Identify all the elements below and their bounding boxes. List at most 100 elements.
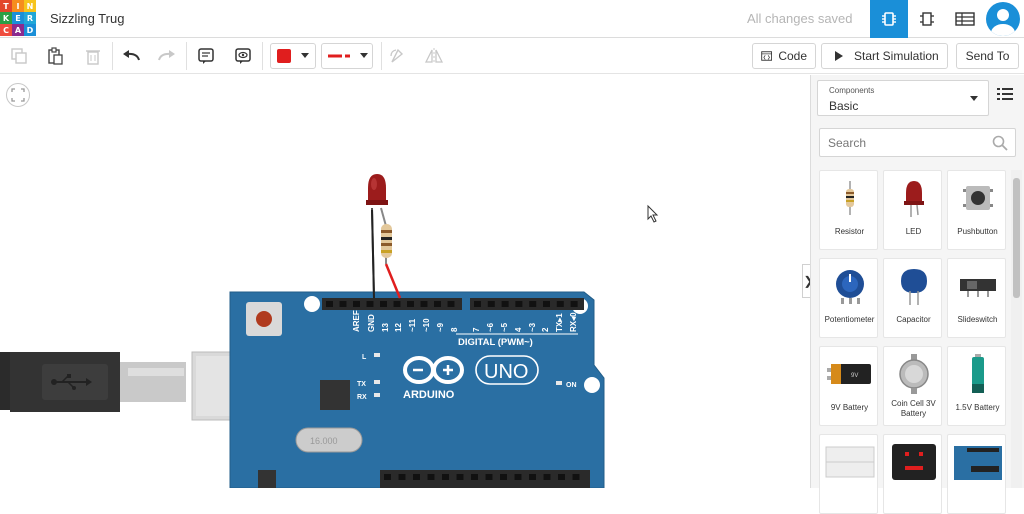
header-pin[interactable] bbox=[572, 474, 580, 480]
component-card[interactable]: Capacitor bbox=[883, 258, 942, 338]
design-title[interactable]: Sizzling Trug bbox=[50, 11, 124, 26]
chevron-down-icon bbox=[360, 53, 368, 58]
battery-aa-icon bbox=[948, 353, 1007, 395]
header-pin[interactable] bbox=[420, 301, 428, 307]
header-pin[interactable] bbox=[427, 474, 435, 480]
header-pin[interactable] bbox=[407, 301, 414, 307]
code-button[interactable]: Code bbox=[752, 43, 816, 69]
circuit-canvas[interactable]: AREF GND 13 12 ~11 ~10 ~9 8 7 ~6 ~5 4 ~3 2 TX▸1 RX◂0 DI… bbox=[0, 75, 810, 488]
component-card[interactable]: Resistor bbox=[819, 170, 878, 250]
header-pin[interactable] bbox=[447, 301, 455, 307]
flip-button[interactable] bbox=[423, 43, 445, 69]
header-pin[interactable] bbox=[339, 301, 347, 307]
note-icon bbox=[198, 48, 214, 64]
header-pin[interactable] bbox=[393, 301, 401, 307]
collapse-panel-button[interactable]: ❯ bbox=[802, 264, 810, 298]
start-simulation-button[interactable]: Start Simulation bbox=[821, 43, 948, 69]
header-pin[interactable] bbox=[556, 301, 564, 307]
copy-button[interactable] bbox=[8, 43, 30, 69]
component-card[interactable]: 9V 9V Battery bbox=[819, 346, 878, 426]
notes-button[interactable] bbox=[195, 43, 217, 69]
led-component[interactable] bbox=[366, 174, 388, 205]
header-pin[interactable] bbox=[515, 301, 523, 307]
component-card[interactable]: Potentiometer bbox=[819, 258, 878, 338]
header-pin[interactable] bbox=[485, 474, 493, 480]
header-pin[interactable] bbox=[514, 474, 522, 480]
color-picker[interactable] bbox=[270, 43, 316, 69]
arduino-uno-board[interactable]: AREF GND 13 12 ~11 ~10 ~9 8 7 ~6 ~5 4 ~3 2 TX▸1 RX◂0 DI… bbox=[229, 291, 605, 488]
header-pin[interactable] bbox=[558, 474, 565, 480]
tinkercad-logo[interactable]: TINKERCAD bbox=[0, 0, 36, 36]
search-input[interactable] bbox=[820, 129, 980, 156]
component-card[interactable] bbox=[947, 434, 1006, 514]
header-pin[interactable] bbox=[529, 474, 536, 480]
header-pin[interactable] bbox=[543, 301, 550, 307]
header-pin[interactable] bbox=[398, 474, 406, 480]
circuit-view-button[interactable] bbox=[870, 0, 908, 38]
header-pin[interactable] bbox=[570, 301, 578, 307]
header-pin[interactable] bbox=[456, 474, 464, 480]
component-card[interactable]: Pushbutton bbox=[947, 170, 1006, 250]
coin-cell-icon bbox=[884, 353, 943, 395]
rotate-button[interactable] bbox=[386, 43, 408, 69]
header-pin[interactable] bbox=[384, 474, 391, 480]
header-pin[interactable] bbox=[543, 474, 551, 480]
list-view-button[interactable] bbox=[997, 87, 1017, 107]
search-box[interactable] bbox=[819, 128, 1016, 157]
header-pin[interactable] bbox=[380, 301, 387, 307]
delete-button[interactable] bbox=[82, 43, 104, 69]
header-pin[interactable] bbox=[353, 301, 360, 307]
save-status: All changes saved bbox=[747, 11, 853, 26]
led-l-label: L bbox=[362, 354, 367, 361]
component-label: Coin Cell 3V Battery bbox=[891, 399, 936, 418]
circuit-drawing: AREF GND 13 12 ~11 ~10 ~9 8 7 ~6 ~5 4 ~3 2 TX▸1 RX◂0 DI… bbox=[0, 174, 659, 488]
code-label: Code bbox=[778, 49, 807, 63]
arduino-brand: ARDUINO bbox=[403, 389, 455, 401]
components-dropdown[interactable]: Components Basic bbox=[817, 80, 989, 116]
toggle-notes-button[interactable] bbox=[232, 43, 254, 69]
paste-button[interactable] bbox=[44, 43, 66, 69]
copy-icon bbox=[11, 48, 27, 64]
header-pin[interactable] bbox=[474, 301, 481, 307]
send-to-button[interactable]: Send To bbox=[956, 43, 1019, 69]
header-pin[interactable] bbox=[366, 301, 374, 307]
component-label: Capacitor bbox=[896, 315, 931, 324]
component-card[interactable]: Coin Cell 3V Battery bbox=[883, 346, 942, 426]
black-wire[interactable] bbox=[371, 209, 375, 299]
header-pin[interactable] bbox=[326, 301, 333, 307]
schematic-view-button[interactable] bbox=[908, 0, 946, 38]
toolbar-divider bbox=[112, 42, 113, 70]
pin-label: AREF bbox=[352, 310, 361, 332]
header-pin[interactable] bbox=[487, 301, 495, 307]
pin-label: ~10 bbox=[422, 318, 431, 332]
component-list-view-button[interactable] bbox=[946, 0, 984, 38]
components-caption: Components bbox=[829, 86, 875, 95]
search-icon[interactable] bbox=[992, 135, 1008, 151]
undo-button[interactable] bbox=[120, 43, 142, 69]
component-card[interactable]: LED bbox=[883, 170, 942, 250]
toolbar: Code Start Simulation Send To bbox=[0, 38, 1024, 74]
undo-icon bbox=[123, 50, 140, 61]
component-card[interactable] bbox=[883, 434, 942, 514]
arduino-icon bbox=[948, 441, 1007, 483]
microbit-icon bbox=[884, 441, 943, 483]
header-pin[interactable] bbox=[471, 474, 478, 480]
redo-button[interactable] bbox=[156, 43, 178, 69]
header-pin[interactable] bbox=[442, 474, 449, 480]
header-pin[interactable] bbox=[500, 474, 507, 480]
component-card[interactable]: 1.5V Battery bbox=[947, 346, 1006, 426]
header-pin[interactable] bbox=[434, 301, 441, 307]
breadboard-icon bbox=[820, 441, 879, 483]
header-pin[interactable] bbox=[413, 474, 420, 480]
logo-letter: N bbox=[24, 0, 36, 12]
resistor-component[interactable] bbox=[381, 224, 392, 258]
user-avatar[interactable] bbox=[986, 2, 1020, 36]
component-card[interactable] bbox=[819, 434, 878, 514]
header-pin[interactable] bbox=[529, 301, 537, 307]
component-card[interactable]: Slideswitch bbox=[947, 258, 1006, 338]
header-pin[interactable] bbox=[501, 301, 509, 307]
panel-scrollbar-thumb[interactable] bbox=[1013, 178, 1020, 298]
wire-type-picker[interactable] bbox=[321, 43, 373, 69]
led-tx-label: TX bbox=[357, 381, 366, 388]
trash-icon bbox=[86, 50, 100, 65]
